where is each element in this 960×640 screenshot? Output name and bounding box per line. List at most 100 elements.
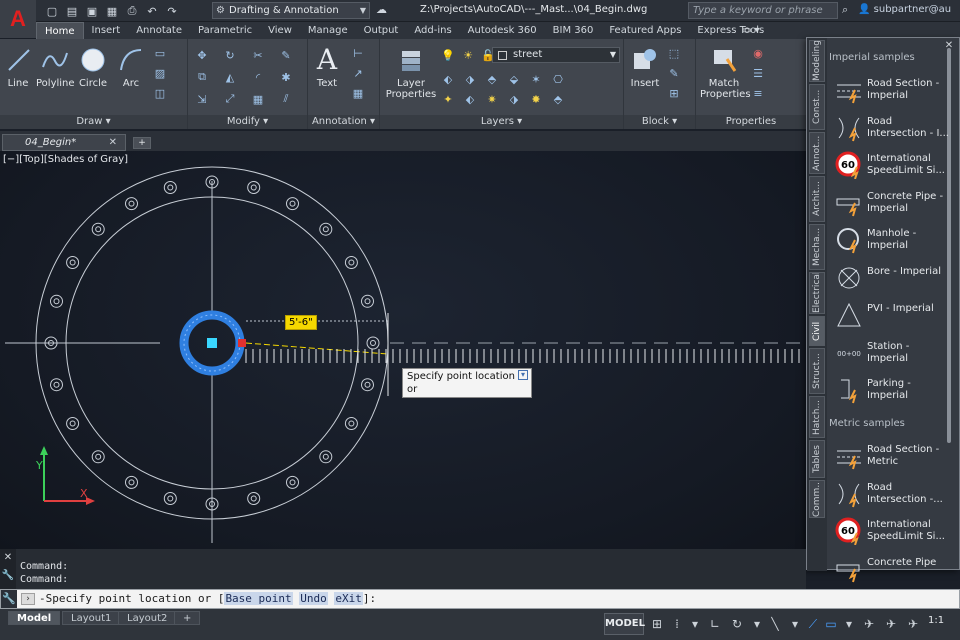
annotation-scale-icon[interactable]: ✈ xyxy=(904,615,922,633)
palette-tool-item[interactable]: Road Section - Metric xyxy=(833,440,951,474)
palette-tab-comm-[interactable]: Comm... xyxy=(809,480,825,518)
ribbon-tab-manage[interactable]: Manage xyxy=(300,22,356,39)
erase-icon[interactable]: ✎ xyxy=(278,47,294,63)
bolt-hole[interactable] xyxy=(163,181,177,194)
copy-icon[interactable]: ⧉ xyxy=(194,69,210,85)
stretch-icon[interactable]: ⇲ xyxy=(194,91,210,107)
bolt-hole[interactable] xyxy=(50,378,63,392)
layout-tab-layout1[interactable]: Layout1 xyxy=(62,611,121,625)
properties-panel-title[interactable]: Properties xyxy=(696,115,806,129)
snap-menu-icon[interactable]: ▾ xyxy=(686,615,704,633)
layer-delete-icon[interactable]: ⬘ xyxy=(550,91,566,107)
palette-tab-mecha-[interactable]: Mecha... xyxy=(809,224,825,270)
search-input[interactable]: Type a keyword or phrase xyxy=(688,2,838,19)
polar-icon[interactable]: ↻ xyxy=(728,615,746,633)
layer-unisolate-icon[interactable]: ⬗ xyxy=(462,71,478,87)
bolt-hole[interactable] xyxy=(247,181,261,194)
bolt-hole[interactable] xyxy=(344,417,358,430)
document-tab-active[interactable]: 04_Begin* ✕ xyxy=(2,134,126,151)
command-prompt-icon[interactable]: › xyxy=(21,593,35,605)
array-icon[interactable]: ▦ xyxy=(250,91,266,107)
palette-tab-archit-[interactable]: Archit... xyxy=(809,176,825,222)
user-account[interactable]: 👤 subpartner@au xyxy=(858,4,951,15)
ribbon-tab-insert[interactable]: Insert xyxy=(84,22,129,39)
create-block-icon[interactable]: ⬚ xyxy=(666,45,682,61)
layer-walk-icon[interactable]: ⎔ xyxy=(550,71,566,87)
layer-thaw-icon[interactable]: ✷ xyxy=(484,91,500,107)
palette-tool-item[interactable]: 60 International SpeedLimit Si... xyxy=(833,149,951,183)
bolt-hole[interactable] xyxy=(125,475,138,489)
annotation-scale-value[interactable]: 1:1 xyxy=(928,615,944,626)
hatch-icon[interactable]: ▨ xyxy=(152,65,168,81)
table-icon[interactable]: ▦ xyxy=(350,85,366,101)
ribbon-tab-home[interactable]: Home xyxy=(36,22,84,39)
palette-tool-item[interactable]: Concrete Pipe xyxy=(833,553,951,587)
snap-icon[interactable]: ⁞ xyxy=(668,615,686,633)
explode-icon[interactable]: ✱ xyxy=(278,69,294,85)
trim-icon[interactable]: ✂ xyxy=(250,47,266,63)
insert-block-button[interactable]: Insert xyxy=(628,45,662,89)
ribbon-tab-express-tools[interactable]: Express Tools xyxy=(689,22,772,39)
ribbon-options-icon[interactable]: ▭ ▾ xyxy=(742,25,760,36)
undo-icon[interactable]: ↶ xyxy=(144,3,160,19)
layer-off-icon[interactable]: ⬙ xyxy=(506,71,522,87)
draw-panel-title[interactable]: Draw ▾ xyxy=(0,115,187,129)
palette-tool-item[interactable]: 60 International SpeedLimit Si... xyxy=(833,515,951,549)
dimension-icon[interactable]: ⊢ xyxy=(350,45,366,61)
new-tab-button[interactable]: + xyxy=(133,137,151,149)
bolt-hole[interactable] xyxy=(344,256,358,269)
palette-tab-modeling[interactable]: Modeling xyxy=(809,40,825,82)
viewport-controls[interactable]: [−][Top][Shades of Gray] xyxy=(3,154,128,165)
arc-button[interactable]: Arc xyxy=(116,45,146,89)
palette-tool-item[interactable]: PVI - Imperial xyxy=(833,299,951,333)
modify-panel-title[interactable]: Modify ▾ xyxy=(188,115,307,129)
center-grip[interactable] xyxy=(207,338,217,348)
bolt-hole[interactable] xyxy=(163,492,177,505)
bolt-hole[interactable] xyxy=(91,222,105,236)
annotation-panel-title[interactable]: Annotation ▾ xyxy=(308,115,379,129)
copy-to-layer-icon[interactable]: ⬖ xyxy=(462,91,478,107)
layer-freeze-icon[interactable]: ☀ xyxy=(460,47,476,63)
palette-tool-item[interactable]: Manhole - Imperial xyxy=(833,224,951,258)
palette-tool-item[interactable]: Bore - Imperial xyxy=(833,262,951,296)
auto-scale-icon[interactable]: ✈ xyxy=(882,615,900,633)
close-icon[interactable]: ✕ xyxy=(0,549,16,567)
layout-tab-model[interactable]: Model xyxy=(8,611,61,625)
application-menu-button[interactable]: A xyxy=(0,0,36,38)
fillet-icon[interactable]: ◜ xyxy=(250,69,266,85)
layer-properties-button[interactable]: Layer Properties xyxy=(384,45,438,100)
make-current-icon[interactable]: ✦ xyxy=(440,91,456,107)
layers-panel-title[interactable]: Layers ▾ xyxy=(380,115,623,129)
lineweight-icon[interactable]: ▭ xyxy=(822,615,840,633)
layer-freeze-tool-icon[interactable]: ✶ xyxy=(528,71,544,87)
save-as-icon[interactable]: ▦ xyxy=(104,3,120,19)
object-snap-tracking-icon[interactable]: ▾ xyxy=(786,615,804,633)
plot-icon[interactable]: ⎙ xyxy=(124,3,140,19)
ribbon-tab-add-ins[interactable]: Add-ins xyxy=(406,22,459,39)
color-wheel-icon[interactable]: ◉ xyxy=(750,45,766,61)
line-button[interactable]: Line xyxy=(4,45,32,89)
grid-icon[interactable]: ⊞ xyxy=(648,615,666,633)
palette-tab-electrical[interactable]: Electrical xyxy=(809,272,825,314)
palette-tool-item[interactable]: Parking - Imperial xyxy=(833,374,951,408)
isodraft-icon[interactable]: ╲ xyxy=(766,615,784,633)
drawing-canvas[interactable]: Y X [−][Top][Shades of Gray] 5'-6" Speci… xyxy=(0,151,806,549)
dimension-input-box[interactable]: 5'-6" xyxy=(285,315,317,330)
workspace-selector[interactable]: ⚙ Drafting & Annotation ▼ xyxy=(212,2,370,19)
gradient-icon[interactable]: ◫ xyxy=(152,85,168,101)
ribbon-tab-output[interactable]: Output xyxy=(356,22,407,39)
palette-tab-const-[interactable]: Const... xyxy=(809,84,825,130)
dynamic-input-tooltip[interactable]: Specify point location or ▾ xyxy=(402,368,532,398)
circle-button[interactable]: Circle xyxy=(78,45,108,89)
layer-match-icon[interactable]: ⬘ xyxy=(484,71,500,87)
bolt-hole[interactable] xyxy=(319,450,333,464)
bolt-hole[interactable] xyxy=(286,197,299,211)
palette-tab-civil[interactable]: Civil xyxy=(809,316,825,346)
bolt-hole[interactable] xyxy=(66,256,80,269)
object-snap-icon[interactable]: ⟋ xyxy=(804,615,822,633)
close-icon[interactable]: ✕ xyxy=(109,135,117,150)
lineweight-icon[interactable]: ☰ xyxy=(750,65,766,81)
offset-icon[interactable]: ⫽ xyxy=(278,91,294,107)
palette-tool-item[interactable]: Concrete Pipe - Imperial xyxy=(833,187,951,221)
wrench-icon[interactable]: 🔧 xyxy=(0,567,16,585)
